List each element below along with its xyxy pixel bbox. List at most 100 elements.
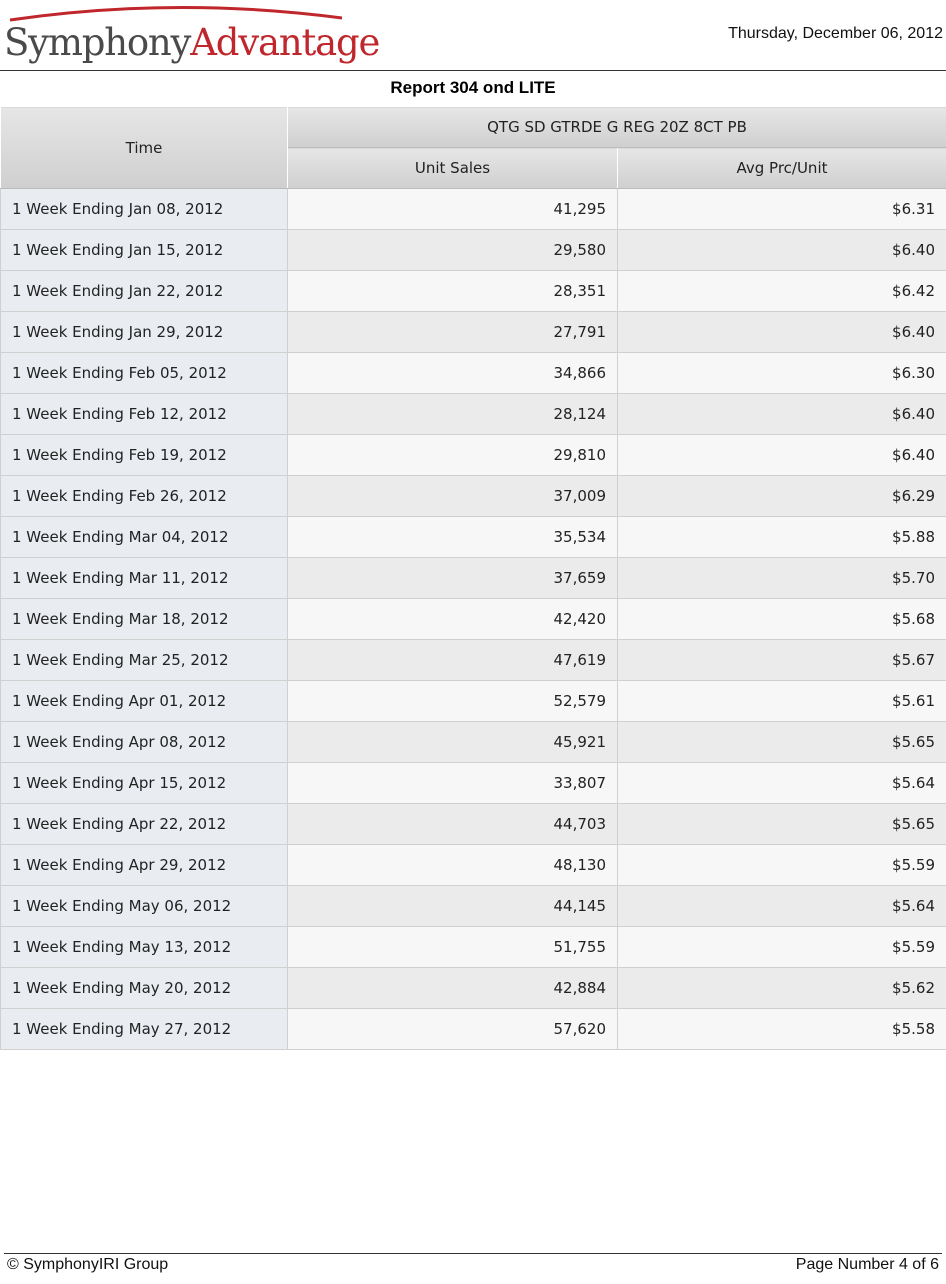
table-row: 1 Week Ending Apr 01, 2012 52,579 $5.61 bbox=[0, 680, 946, 722]
time-cell: 1 Week Ending Mar 25, 2012 bbox=[0, 639, 288, 681]
avg-price-cell: $5.65 bbox=[617, 803, 946, 845]
table-row: 1 Week Ending May 06, 2012 44,145 $5.64 bbox=[0, 885, 946, 927]
report-date: Thursday, December 06, 2012 bbox=[728, 25, 943, 42]
avg-price-cell: $5.62 bbox=[617, 967, 946, 1009]
avg-price-cell: $6.30 bbox=[617, 352, 946, 394]
avg-price-cell: $5.64 bbox=[617, 885, 946, 927]
unit-sales-cell: 44,145 bbox=[287, 885, 618, 927]
unit-sales-cell: 57,620 bbox=[287, 1008, 618, 1050]
time-cell: 1 Week Ending May 20, 2012 bbox=[0, 967, 288, 1009]
unit-sales-cell: 47,619 bbox=[287, 639, 618, 681]
avg-price-cell: $6.40 bbox=[617, 393, 946, 435]
unit-sales-cell: 41,295 bbox=[287, 188, 618, 230]
avg-price-cell: $6.31 bbox=[617, 188, 946, 230]
report-table: Time QTG SD GTRDE G REG 20Z 8CT PB Unit … bbox=[0, 106, 946, 1050]
logo-text-symphony: Symphony bbox=[4, 21, 191, 64]
avg-price-cell: $5.88 bbox=[617, 516, 946, 558]
avg-price-cell: $6.40 bbox=[617, 434, 946, 476]
unit-sales-cell: 35,534 bbox=[287, 516, 618, 558]
time-cell: 1 Week Ending Apr 08, 2012 bbox=[0, 721, 288, 763]
time-column-header: Time bbox=[0, 106, 288, 189]
table-row: 1 Week Ending May 27, 2012 57,620 $5.58 bbox=[0, 1008, 946, 1050]
table-row: 1 Week Ending Feb 05, 2012 34,866 $6.30 bbox=[0, 352, 946, 394]
time-cell: 1 Week Ending Jan 22, 2012 bbox=[0, 270, 288, 312]
table-row: 1 Week Ending Mar 04, 2012 35,534 $5.88 bbox=[0, 516, 946, 558]
avg-price-cell: $6.29 bbox=[617, 475, 946, 517]
report-header: SymphonyAdvantage Thursday, December 06,… bbox=[0, 0, 946, 71]
unit-sales-cell: 42,884 bbox=[287, 967, 618, 1009]
page-footer: © SymphonyIRI Group Page Number 4 of 6 bbox=[4, 1253, 942, 1278]
time-cell: 1 Week Ending Jan 29, 2012 bbox=[0, 311, 288, 353]
avg-price-cell: $5.65 bbox=[617, 721, 946, 763]
table-row: 1 Week Ending Jan 29, 2012 27,791 $6.40 bbox=[0, 311, 946, 353]
avg-price-cell: $6.40 bbox=[617, 311, 946, 353]
unit-sales-cell: 42,420 bbox=[287, 598, 618, 640]
page-number: Page Number 4 of 6 bbox=[795, 1256, 939, 1273]
unit-sales-cell: 51,755 bbox=[287, 926, 618, 968]
unit-sales-cell: 48,130 bbox=[287, 844, 618, 886]
table-row: 1 Week Ending Feb 19, 2012 29,810 $6.40 bbox=[0, 434, 946, 476]
time-cell: 1 Week Ending Mar 04, 2012 bbox=[0, 516, 288, 558]
avg-price-cell: $5.64 bbox=[617, 762, 946, 804]
time-cell: 1 Week Ending Jan 08, 2012 bbox=[0, 188, 288, 230]
unit-sales-cell: 28,124 bbox=[287, 393, 618, 435]
time-cell: 1 Week Ending May 27, 2012 bbox=[0, 1008, 288, 1050]
unit-sales-cell: 44,703 bbox=[287, 803, 618, 845]
time-cell: 1 Week Ending Apr 22, 2012 bbox=[0, 803, 288, 845]
time-cell: 1 Week Ending Feb 05, 2012 bbox=[0, 352, 288, 394]
unit-sales-cell: 37,009 bbox=[287, 475, 618, 517]
avg-price-cell: $5.59 bbox=[617, 926, 946, 968]
avg-price-cell: $5.61 bbox=[617, 680, 946, 722]
copyright-text: © SymphonyIRI Group bbox=[7, 1256, 169, 1273]
table-row: 1 Week Ending Feb 26, 2012 37,009 $6.29 bbox=[0, 475, 946, 517]
table-row: 1 Week Ending Mar 25, 2012 47,619 $5.67 bbox=[0, 639, 946, 681]
table-row: 1 Week Ending May 13, 2012 51,755 $5.59 bbox=[0, 926, 946, 968]
time-cell: 1 Week Ending Jan 15, 2012 bbox=[0, 229, 288, 271]
table-row: 1 Week Ending Jan 15, 2012 29,580 $6.40 bbox=[0, 229, 946, 271]
avg-price-cell: $5.70 bbox=[617, 557, 946, 599]
logo-text-advantage: Advantage bbox=[190, 21, 380, 64]
time-cell: 1 Week Ending Mar 11, 2012 bbox=[0, 557, 288, 599]
time-cell: 1 Week Ending Feb 19, 2012 bbox=[0, 434, 288, 476]
unit-sales-cell: 29,810 bbox=[287, 434, 618, 476]
table-body: 1 Week Ending Jan 08, 2012 41,295 $6.31 1 W… bbox=[0, 188, 946, 1050]
table-row: 1 Week Ending Apr 15, 2012 33,807 $5.64 bbox=[0, 762, 946, 804]
table-row: 1 Week Ending Mar 11, 2012 37,659 $5.70 bbox=[0, 557, 946, 599]
time-cell: 1 Week Ending Feb 26, 2012 bbox=[0, 475, 288, 517]
table-header: Time QTG SD GTRDE G REG 20Z 8CT PB Unit … bbox=[0, 106, 946, 189]
unit-sales-cell: 52,579 bbox=[287, 680, 618, 722]
avg-price-cell: $5.67 bbox=[617, 639, 946, 681]
time-cell: 1 Week Ending May 13, 2012 bbox=[0, 926, 288, 968]
time-cell: 1 Week Ending Feb 12, 2012 bbox=[0, 393, 288, 435]
unit-sales-cell: 29,580 bbox=[287, 229, 618, 271]
table-row: 1 Week Ending Apr 22, 2012 44,703 $5.65 bbox=[0, 803, 946, 845]
table-row: 1 Week Ending May 20, 2012 42,884 $5.62 bbox=[0, 967, 946, 1009]
avg-price-cell: $6.40 bbox=[617, 229, 946, 271]
product-header: QTG SD GTRDE G REG 20Z 8CT PB bbox=[287, 106, 946, 148]
table-row: 1 Week Ending Mar 18, 2012 42,420 $5.68 bbox=[0, 598, 946, 640]
unit-sales-cell: 27,791 bbox=[287, 311, 618, 353]
avg-price-cell: $5.58 bbox=[617, 1008, 946, 1050]
avg-price-cell: $5.59 bbox=[617, 844, 946, 886]
unit-sales-cell: 34,866 bbox=[287, 352, 618, 394]
time-cell: 1 Week Ending Apr 01, 2012 bbox=[0, 680, 288, 722]
unit-sales-cell: 33,807 bbox=[287, 762, 618, 804]
symphony-advantage-logo: SymphonyAdvantage bbox=[4, 2, 380, 68]
table-row: 1 Week Ending Jan 08, 2012 41,295 $6.31 bbox=[0, 188, 946, 230]
avg-price-cell: $5.68 bbox=[617, 598, 946, 640]
unit-sales-cell: 37,659 bbox=[287, 557, 618, 599]
unit-sales-cell: 45,921 bbox=[287, 721, 618, 763]
time-cell: 1 Week Ending Mar 18, 2012 bbox=[0, 598, 288, 640]
time-cell: 1 Week Ending May 06, 2012 bbox=[0, 885, 288, 927]
table-row: 1 Week Ending Apr 29, 2012 48,130 $5.59 bbox=[0, 844, 946, 886]
time-cell: 1 Week Ending Apr 29, 2012 bbox=[0, 844, 288, 886]
time-cell: 1 Week Ending Apr 15, 2012 bbox=[0, 762, 288, 804]
avg-price-header: Avg Prc/Unit bbox=[617, 147, 946, 189]
unit-sales-header: Unit Sales bbox=[287, 147, 618, 189]
table-row: 1 Week Ending Apr 08, 2012 45,921 $5.65 bbox=[0, 721, 946, 763]
table-row: 1 Week Ending Jan 22, 2012 28,351 $6.42 bbox=[0, 270, 946, 312]
report-title: Report 304 ond LITE bbox=[390, 78, 556, 97]
table-row: 1 Week Ending Feb 12, 2012 28,124 $6.40 bbox=[0, 393, 946, 435]
unit-sales-cell: 28,351 bbox=[287, 270, 618, 312]
avg-price-cell: $6.42 bbox=[617, 270, 946, 312]
